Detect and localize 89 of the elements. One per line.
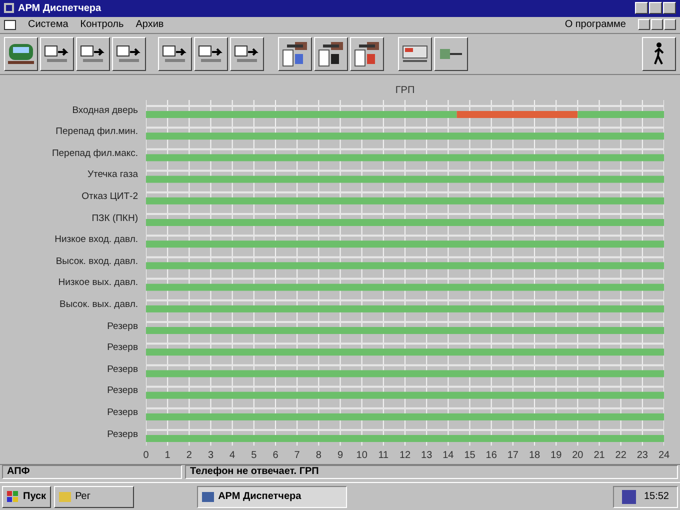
axis-tick-label: 0 [143,448,149,463]
row-label: Высок. вход. давл. [56,254,138,269]
axis-tick-label: 20 [572,448,584,463]
walking-figure-icon [652,42,666,66]
minimize-button[interactable] [638,19,650,30]
axis-tick-label: 7 [294,448,300,463]
windows-logo-icon [7,490,19,503]
monitor-arrow-icon [234,44,260,64]
axis-tick-label: 22 [615,448,626,463]
axis-tick-label: 11 [378,448,389,463]
monitor-arrow-icon [80,44,106,64]
status-field: Телефон не отвечает. ГРП [185,464,678,479]
row-label: Низкое вых. давл. [58,276,138,290]
menu-item[interactable]: О программе [564,17,626,32]
monitor-arrow-icon [44,44,70,64]
toolbar-button[interactable] [278,36,312,71]
close-button[interactable] [663,2,676,14]
monitor-arrow-icon [198,44,224,64]
axis-tick-label: 5 [251,448,257,463]
axis-tick-label: 21 [594,448,605,463]
restore-button[interactable] [651,19,663,30]
menu-item[interactable]: Система [28,17,68,32]
row-label: Низкое вход. давл. [54,233,138,248]
axis-tick-label: 1 [164,448,170,463]
row-label: Высок. вых. давл. [60,298,138,312]
status-field: АПФ [2,464,182,479]
clock: 15:52 [644,490,669,504]
axis-tick-label: 8 [316,448,322,463]
axis-tick-label: 2 [186,448,192,463]
axis-tick-label: 4 [230,448,236,463]
connector-icon [353,40,381,68]
taskbar-button[interactable]: АРМ Диспетчера [197,486,348,508]
axis-tick-label: 16 [486,448,497,463]
toolbar-button[interactable] [434,36,468,71]
axis-tick-label: 15 [464,448,476,463]
axis-tick-label: 23 [636,448,648,463]
toolbar-button[interactable] [398,36,432,71]
toolbar-button[interactable] [112,36,146,71]
close-button[interactable] [664,19,676,30]
connector-icon [281,40,309,68]
toolbar-button[interactable] [40,36,74,71]
row-label: Перепад фил.мин. [56,125,138,140]
toolbar-button[interactable] [194,36,228,71]
window-title: АРМ Диспетчера [18,2,102,16]
row-label: Резерв [107,384,138,398]
axis-tick-label: 12 [399,448,411,463]
axis-tick-label: 17 [507,448,518,463]
toolbar-button[interactable] [76,36,110,71]
axis-tick-label: 10 [356,448,368,463]
toolbar-button[interactable] [230,36,264,71]
toolbar-button[interactable] [642,36,676,71]
row-label: Резерв [107,406,138,420]
axis-tick-label: 6 [272,448,278,463]
taskbar-button[interactable]: Рег [54,486,134,508]
menu-item[interactable]: Архив [136,17,164,32]
toolbar-button[interactable] [158,36,192,71]
toolbar-button[interactable] [350,36,384,71]
row-label: ПЗК (ПКН) [92,212,138,226]
chart-title: ГРП [394,84,416,98]
axis-tick-label: 13 [421,448,432,463]
monitor-arrow-icon [116,44,142,64]
row-label: Резерв [107,428,138,442]
row-label: Перепад фил.макс. [52,146,138,161]
monitor-arrow-icon [162,44,188,64]
row-label: Резерв [107,320,138,334]
row-label: Отказ ЦИТ-2 [82,190,138,204]
menu-icon [4,20,16,30]
axis-tick-label: 9 [337,448,344,463]
toolbar-button[interactable] [314,36,348,71]
axis-tick-label: 24 [658,448,670,463]
window-icon [202,492,214,502]
window-icon [4,3,14,14]
start-button[interactable]: Пуск [2,486,52,508]
connector-icon [317,40,345,68]
axis-tick-label: 3 [208,448,214,463]
tray-icon [622,490,636,504]
menu-item[interactable]: Контроль [80,17,124,32]
axis-tick-label: 19 [550,448,562,463]
maximize-button[interactable] [649,2,662,14]
row-label: Входная дверь [72,104,138,118]
toolbar-button[interactable] [4,36,38,71]
axis-tick-label: 18 [528,448,540,463]
row-label: Утечка газа [87,168,138,182]
row-label: Резерв [107,341,138,356]
axis-tick-label: 14 [442,448,454,463]
folder-icon [59,492,72,502]
row-label: Резерв [107,362,138,377]
minimize-button[interactable] [635,2,648,14]
panel-icon [401,44,429,64]
